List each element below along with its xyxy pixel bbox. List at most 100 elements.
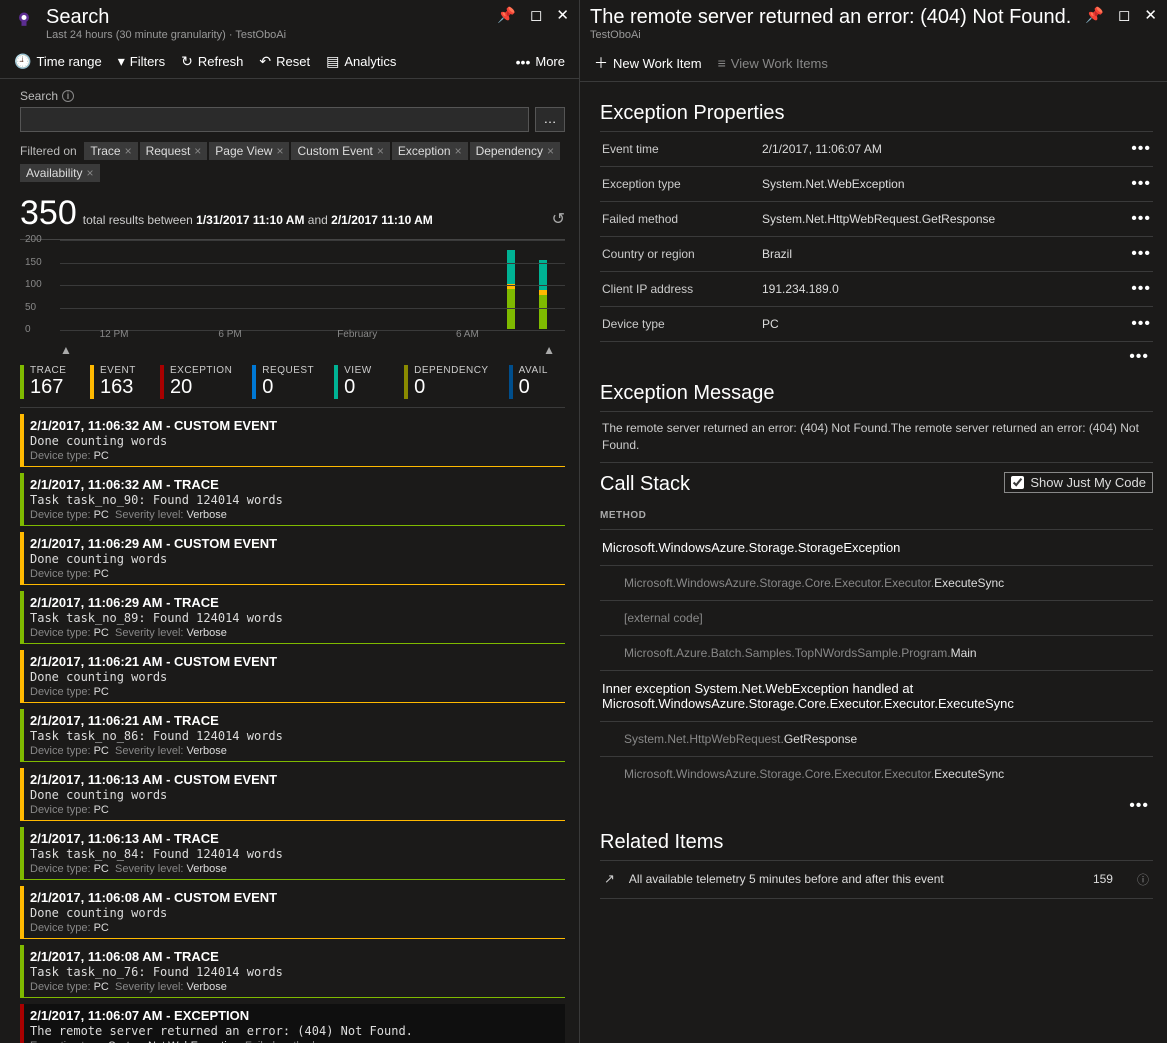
related-items-title: Related Items: [600, 831, 1153, 854]
refresh-button[interactable]: ↻Refresh: [181, 53, 243, 70]
new-work-item-button[interactable]: ＋New Work Item: [594, 53, 702, 73]
page-title: Search: [46, 6, 497, 28]
info-icon[interactable]: i: [62, 90, 74, 102]
stack-frame[interactable]: Microsoft.WindowsAzure.Storage.Core.Exec…: [600, 756, 1153, 791]
history-icon[interactable]: ↺: [552, 209, 565, 229]
related-item-row[interactable]: ↗ All available telemetry 5 minutes befo…: [600, 860, 1153, 899]
chip-remove-icon[interactable]: ×: [125, 144, 132, 158]
metric-dependency[interactable]: DEPENDENCY0: [404, 365, 488, 399]
search-label: Search i: [20, 89, 565, 103]
callstack-title: Call Stack: [600, 473, 690, 496]
exception-message-title: Exception Message: [600, 382, 1153, 405]
chart-handle-right[interactable]: ▲: [543, 343, 555, 357]
filter-chip[interactable]: Custom Event×: [291, 142, 389, 160]
event-row[interactable]: 2/1/2017, 11:06:21 AM - TRACETask task_n…: [20, 709, 565, 762]
close-icon[interactable]: ✕: [556, 6, 569, 24]
ellipsis-icon: •••: [516, 54, 531, 70]
results-range: total results between 1/31/2017 11:10 AM…: [83, 213, 433, 227]
results-chart[interactable]: 200150100500 12 PM6 PMFebruary6 AM ▲▲: [20, 239, 565, 357]
left-toolbar: 🕘Time range ▾Filters ↻Refresh ↶Reset ▤An…: [0, 45, 579, 79]
close-icon[interactable]: ✕: [1144, 6, 1157, 24]
event-row[interactable]: 2/1/2017, 11:06:13 AM - CUSTOM EVENTDone…: [20, 768, 565, 821]
chip-remove-icon[interactable]: ×: [377, 144, 384, 158]
event-row[interactable]: 2/1/2017, 11:06:32 AM - CUSTOM EVENTDone…: [20, 414, 565, 467]
clock-icon: 🕘: [14, 53, 31, 70]
event-row[interactable]: 2/1/2017, 11:06:08 AM - CUSTOM EVENTDone…: [20, 886, 565, 939]
property-row[interactable]: Device typePC•••: [600, 306, 1153, 342]
metric-avail[interactable]: AVAIL0: [509, 365, 559, 399]
filter-chip[interactable]: Exception×: [392, 142, 468, 160]
metric-exception[interactable]: EXCEPTION20: [160, 365, 232, 399]
event-row[interactable]: 2/1/2017, 11:06:13 AM - TRACETask task_n…: [20, 827, 565, 880]
show-my-code-input[interactable]: [1011, 476, 1024, 489]
results-count: 350: [20, 194, 77, 233]
chip-remove-icon[interactable]: ×: [547, 144, 554, 158]
property-row[interactable]: Client IP address191.234.189.0•••: [600, 271, 1153, 306]
pin-icon[interactable]: 📌: [1085, 6, 1104, 24]
property-row[interactable]: Event time2/1/2017, 11:06:07 AM•••: [600, 131, 1153, 166]
chart-handle-left[interactable]: ▲: [60, 343, 72, 357]
analytics-icon: ▤: [326, 53, 339, 70]
event-row[interactable]: 2/1/2017, 11:06:29 AM - TRACETask task_n…: [20, 591, 565, 644]
property-more-button[interactable]: •••: [1131, 280, 1151, 298]
refresh-icon: ↻: [181, 53, 193, 70]
stack-group[interactable]: Inner exception System.Net.WebException …: [600, 670, 1153, 721]
metric-view[interactable]: VIEW0: [334, 365, 384, 399]
filter-chip[interactable]: Dependency×: [470, 142, 560, 160]
chip-remove-icon[interactable]: ×: [86, 166, 93, 180]
right-toolbar: ＋New Work Item ≡View Work Items: [580, 45, 1167, 82]
chip-remove-icon[interactable]: ×: [194, 144, 201, 158]
search-input[interactable]: [20, 107, 529, 132]
event-row[interactable]: 2/1/2017, 11:06:08 AM - TRACETask task_n…: [20, 945, 565, 998]
stack-frame[interactable]: Microsoft.WindowsAzure.Storage.Core.Exec…: [600, 565, 1153, 600]
filter-chip[interactable]: Page View×: [209, 142, 289, 160]
event-row[interactable]: 2/1/2017, 11:06:07 AM - EXCEPTIONThe rem…: [20, 1004, 565, 1043]
detail-title: The remote server returned an error: (40…: [590, 6, 1085, 28]
reset-button[interactable]: ↶Reset: [259, 53, 310, 70]
plus-icon: ＋: [594, 53, 608, 73]
callstack-more-button[interactable]: •••: [1129, 797, 1149, 814]
exception-message-text: The remote server returned an error: (40…: [600, 411, 1153, 463]
maximize-icon[interactable]: ◻: [1118, 6, 1130, 24]
stack-group[interactable]: Microsoft.WindowsAzure.Storage.StorageEx…: [600, 529, 1153, 565]
stack-frame[interactable]: System.Net.HttpWebRequest.GetResponse: [600, 721, 1153, 756]
maximize-icon[interactable]: ◻: [530, 6, 542, 24]
filter-chip[interactable]: Trace×: [84, 142, 137, 160]
event-row[interactable]: 2/1/2017, 11:06:21 AM - CUSTOM EVENTDone…: [20, 650, 565, 703]
filter-chip[interactable]: Availability×: [20, 164, 100, 182]
property-more-button[interactable]: •••: [1131, 315, 1151, 333]
property-more-button[interactable]: •••: [1131, 175, 1151, 193]
filters-button[interactable]: ▾Filters: [118, 53, 165, 70]
view-work-items-button[interactable]: ≡View Work Items: [718, 55, 828, 71]
time-range-button[interactable]: 🕘Time range: [14, 53, 102, 70]
chip-remove-icon[interactable]: ×: [455, 144, 462, 158]
property-more-button[interactable]: •••: [1131, 245, 1151, 263]
more-button[interactable]: •••More: [516, 54, 565, 70]
appinsights-icon: [10, 6, 38, 34]
event-row[interactable]: 2/1/2017, 11:06:32 AM - TRACETask task_n…: [20, 473, 565, 526]
property-more-button[interactable]: •••: [1131, 140, 1151, 158]
exception-properties-title: Exception Properties: [600, 102, 1153, 125]
metric-request[interactable]: REQUEST0: [252, 365, 314, 399]
search-ellipsis-button[interactable]: …: [535, 107, 565, 132]
related-item-count: 159: [1093, 872, 1113, 886]
filtered-on-label: Filtered on: [20, 144, 77, 158]
undo-icon: ↶: [259, 53, 271, 70]
metric-trace[interactable]: TRACE167: [20, 365, 70, 399]
event-row[interactable]: 2/1/2017, 11:06:29 AM - CUSTOM EVENTDone…: [20, 532, 565, 585]
pin-icon[interactable]: 📌: [497, 6, 516, 24]
open-icon: ↗: [604, 871, 615, 887]
property-row[interactable]: Exception typeSystem.Net.WebException•••: [600, 166, 1153, 201]
stack-frame[interactable]: [external code]: [600, 600, 1153, 635]
stack-frame[interactable]: Microsoft.Azure.Batch.Samples.TopNWordsS…: [600, 635, 1153, 670]
property-row[interactable]: Country or regionBrazil•••: [600, 236, 1153, 271]
property-more-button[interactable]: •••: [1131, 210, 1151, 228]
metric-event[interactable]: EVENT163: [90, 365, 140, 399]
property-row[interactable]: Failed methodSystem.Net.HttpWebRequest.G…: [600, 201, 1153, 236]
properties-more-button[interactable]: •••: [1129, 348, 1149, 365]
filter-chip[interactable]: Request×: [140, 142, 208, 160]
info-icon[interactable]: ⓘ: [1137, 871, 1149, 888]
show-my-code-checkbox[interactable]: Show Just My Code: [1004, 472, 1153, 493]
chip-remove-icon[interactable]: ×: [276, 144, 283, 158]
analytics-button[interactable]: ▤Analytics: [326, 53, 396, 70]
